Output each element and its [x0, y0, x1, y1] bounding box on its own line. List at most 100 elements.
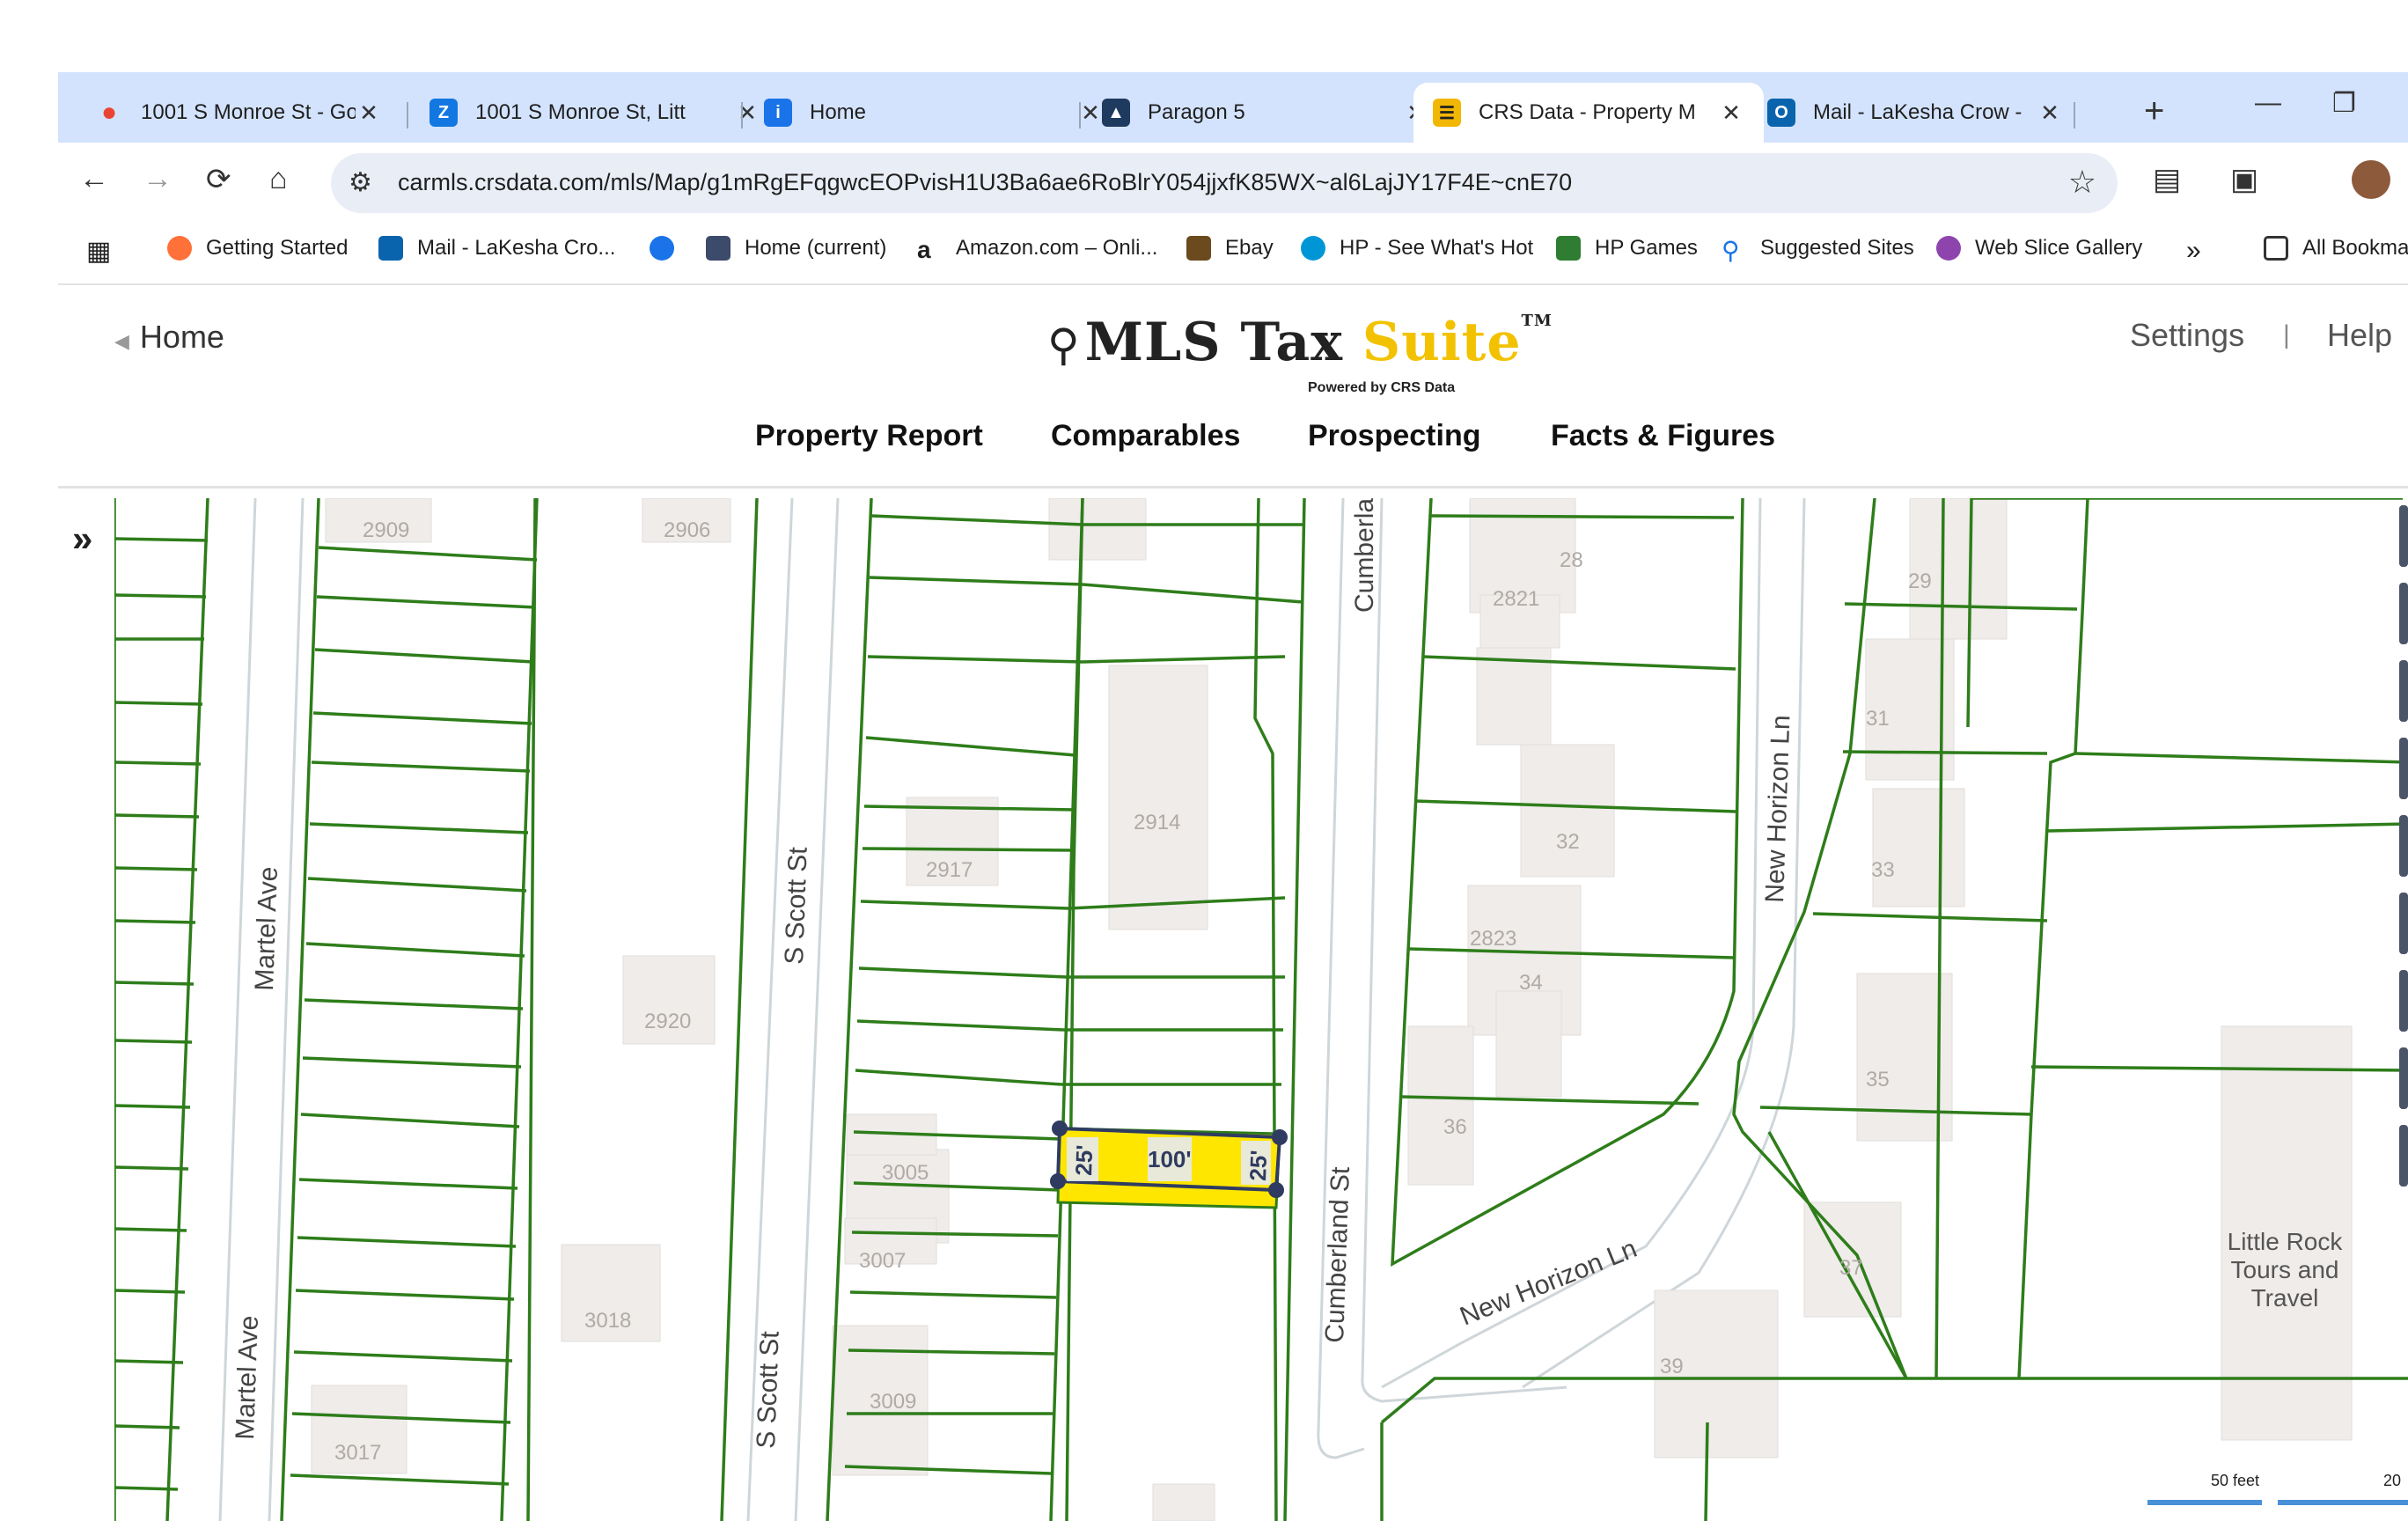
parcel-label: 31 [1866, 707, 1890, 731]
bookmark-label: Mail - LaKesha Cro... [417, 236, 616, 260]
expand-panel-chevron-icon[interactable]: » [72, 518, 92, 560]
bookmark-label: HP - See What's Hot [1340, 236, 1534, 260]
scale-bar: 50 feet 20 [2147, 1472, 2408, 1505]
folder-icon [2264, 236, 2288, 261]
all-bookmarks-label: All Bookma [2302, 236, 2408, 260]
restore-icon[interactable]: ❐ [2332, 88, 2356, 119]
tab-search-icon[interactable]: ▣ [2230, 162, 2258, 197]
minimize-icon[interactable]: — [2255, 88, 2281, 118]
crs-data-icon: ☰ [1433, 99, 1461, 127]
bookmark-star-icon[interactable]: ☆ [2068, 164, 2096, 201]
parcel-label: 2909 [363, 518, 409, 542]
all-bookmarks-folder[interactable]: All Bookma [2264, 236, 2408, 261]
street-label: Cumberla [1350, 498, 1379, 613]
bookmark-ebay[interactable]: Ebay [1186, 236, 1274, 261]
bookmark-mail[interactable]: Mail - LaKesha Cro... [378, 236, 615, 261]
scale-label: 50 feet [2211, 1472, 2259, 1489]
parcel-label: 2823 [1470, 927, 1516, 951]
info-icon: i [764, 99, 792, 127]
tab-title: Mail - LaKesha Crow - [1813, 100, 2023, 124]
outlook-icon: O [1767, 99, 1795, 127]
app-icon [650, 236, 674, 261]
parcel-label: 39 [1660, 1355, 1684, 1378]
parcel-label: 3017 [334, 1441, 381, 1465]
apps-grid-icon[interactable]: ▦ [86, 236, 111, 267]
tab-crs-data[interactable]: ☰ CRS Data - Property M ✕ [1413, 83, 1764, 143]
browser-tab-strip: ● 1001 S Monroe St - Go ✕ Z 1001 S Monro… [58, 72, 2408, 143]
parcel-label: 37 [1839, 1256, 1863, 1280]
dimension-label: 25' [1244, 1150, 1272, 1181]
parcel-label: 3018 [584, 1309, 631, 1333]
street-label: New Horizon Ln [1760, 715, 1795, 903]
tab-paragon[interactable]: ▲ Paragon 5 ✕ [1083, 83, 1449, 143]
extensions-icon[interactable]: ▤ [2153, 162, 2181, 197]
amazon-icon: a [917, 236, 931, 263]
parcel-label: 28 [1560, 548, 1583, 572]
scale-label-2: 20 [2383, 1472, 2401, 1489]
reload-icon[interactable]: ⟳ [206, 162, 231, 197]
nav-facts-figures[interactable]: Facts & Figures [1551, 419, 1775, 453]
close-icon[interactable]: ✕ [356, 99, 382, 127]
parcel-label: 3005 [882, 1161, 929, 1185]
logo-trademark: TM [1521, 312, 1553, 330]
bookmark-amazon[interactable]: a Amazon.com – Onli... [917, 236, 1157, 263]
bookmark-hp[interactable]: HP - See What's Hot [1301, 236, 1533, 261]
search-icon: ⚲ [1722, 237, 1740, 264]
tab-zillow[interactable]: Z 1001 S Monroe St, Litt ✕ [410, 83, 780, 143]
window-top-area [0, 0, 2408, 72]
nav-prospecting[interactable]: Prospecting [1308, 419, 1480, 453]
home-link[interactable]: ◀ Home [114, 319, 224, 356]
tab-title: CRS Data - Property M [1479, 100, 1696, 124]
close-icon[interactable]: ✕ [1718, 99, 1744, 127]
site-settings-icon[interactable]: ⚙ [349, 167, 372, 198]
parcel-label: 33 [1871, 858, 1895, 882]
bookmark-web-slice-gallery[interactable]: Web Slice Gallery [1936, 236, 2142, 261]
tab-google-maps[interactable]: ● 1001 S Monroe St - Go ✕ [76, 83, 401, 143]
bookmark-hp-games[interactable]: HP Games [1556, 236, 1698, 261]
dimension-label: 25' [1070, 1144, 1098, 1176]
tab-separator [2074, 102, 2075, 129]
web-slice-icon [1936, 236, 1961, 261]
bookmark-app[interactable] [650, 236, 674, 261]
url-text[interactable]: carmls.crsdata.com/mls/Map/g1mRgEFqgwcEO… [398, 169, 1572, 196]
bookmark-label: Getting Started [206, 236, 349, 260]
address-bar[interactable]: ⚙ carmls.crsdata.com/mls/Map/g1mRgEFqgwc… [331, 153, 2118, 213]
parcel-label: 2920 [644, 1010, 691, 1033]
bookmark-label: Suggested Sites [1760, 236, 1914, 260]
street-label: Martel Ave [231, 1315, 264, 1440]
bookmark-home-current[interactable]: Home (current) [706, 236, 886, 261]
parcel-label: 2906 [664, 518, 710, 542]
caret-left-icon: ◀ [114, 330, 129, 352]
profile-avatar[interactable] [2352, 160, 2390, 199]
map-side-controls[interactable] [2399, 505, 2408, 1187]
parcel-boundaries [114, 498, 2408, 1521]
bookmarks-bar: ▦ Getting Started Mail - LaKesha Cro... … [58, 224, 2408, 285]
tab-outlook[interactable]: O Mail - LaKesha Crow - ✕ [1748, 83, 2082, 143]
tab-home[interactable]: i Home ✕ [745, 83, 1123, 143]
more-bookmarks-chevron-icon[interactable]: » [2186, 236, 2201, 266]
home-current-icon [706, 236, 730, 261]
mls-tax-suite-logo: ⚲ MLS Tax SuiteTM Powered by CRS Data [1047, 312, 1553, 395]
parcel-label: 32 [1556, 830, 1580, 854]
bookmark-suggested-sites[interactable]: ⚲ Suggested Sites [1722, 236, 1914, 264]
parcel-map[interactable]: 2909 2906 2917 2914 2920 3005 3007 3009 … [114, 498, 2408, 1521]
help-link[interactable]: Help [2327, 317, 2392, 354]
parcel-label: 29 [1908, 569, 1932, 593]
bookmark-getting-started[interactable]: Getting Started [167, 236, 348, 261]
settings-link[interactable]: Settings [2130, 317, 2244, 354]
parcel-label: 35 [1866, 1068, 1890, 1091]
forward-arrow-icon[interactable]: → [143, 162, 173, 196]
nav-comparables[interactable]: Comparables [1051, 419, 1240, 453]
home-label: Home [139, 319, 224, 355]
back-arrow-icon[interactable]: ← [79, 162, 109, 196]
logo-powered-by: Powered by CRS Data [1308, 380, 1456, 395]
tab-title: 1001 S Monroe St, Litt [475, 100, 686, 124]
building-footprints [311, 498, 2353, 1521]
bookmark-label: Web Slice Gallery [1975, 236, 2143, 260]
parcel-label: 3009 [870, 1390, 916, 1414]
new-tab-plus-icon[interactable]: + [2144, 92, 2164, 131]
close-icon[interactable]: ✕ [2037, 99, 2063, 127]
home-icon[interactable]: ⌂ [269, 162, 288, 196]
street-label: S Scott St [752, 1330, 785, 1449]
nav-property-report[interactable]: Property Report [755, 419, 983, 453]
